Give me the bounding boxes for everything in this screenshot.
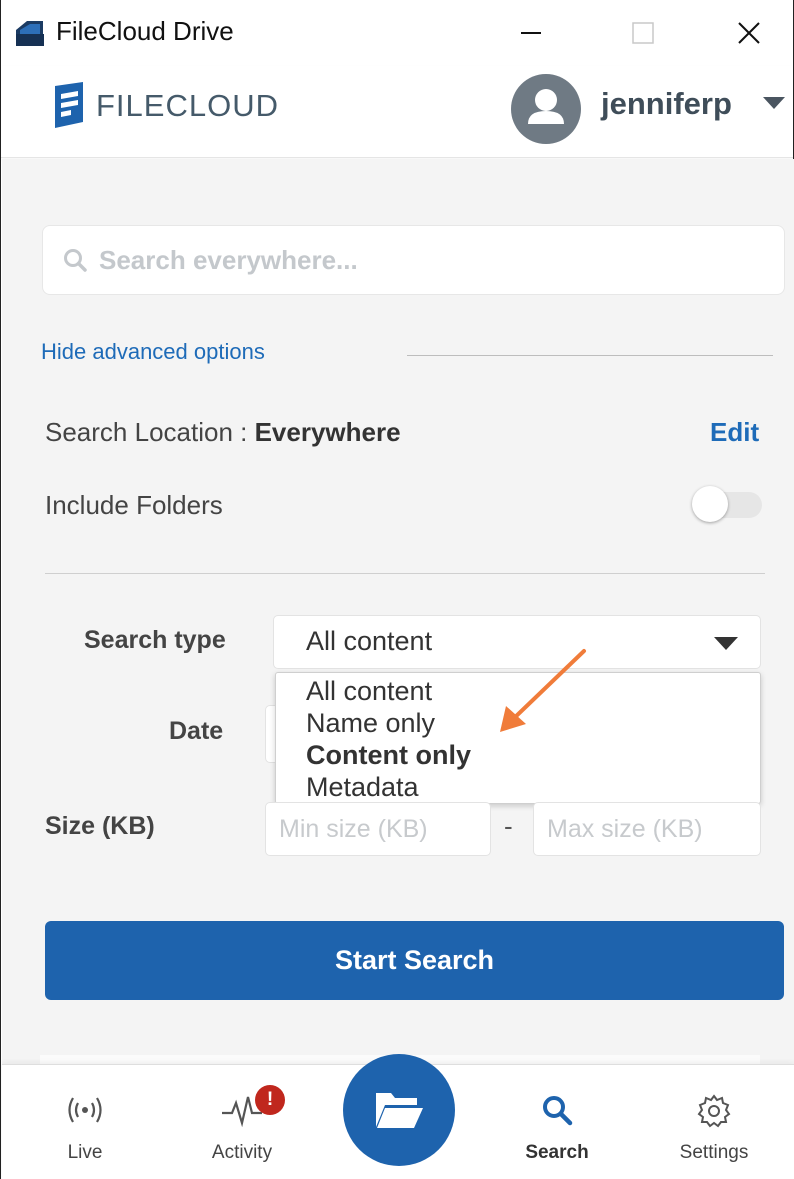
gear-icon — [659, 1093, 769, 1134]
section-divider — [45, 573, 765, 574]
nav-activity-label: Activity — [211, 1142, 273, 1163]
search-type-value: All content — [306, 626, 433, 656]
search-input[interactable] — [99, 240, 759, 280]
folder-open-icon — [376, 1093, 423, 1128]
nav-settings-label: Settings — [679, 1142, 749, 1163]
nav-activity[interactable]: ! Activity — [187, 1065, 297, 1179]
hide-advanced-options-link[interactable]: Hide advanced options — [41, 339, 265, 365]
start-search-button[interactable]: Start Search — [45, 921, 784, 1000]
chevron-down-icon — [714, 637, 738, 650]
annotation-arrow-icon — [500, 649, 586, 732]
app-icon — [16, 21, 44, 46]
include-folders-label: Include Folders — [45, 490, 223, 520]
include-folders-toggle[interactable] — [692, 486, 762, 522]
edit-location-link[interactable]: Edit — [710, 417, 759, 448]
nav-live[interactable]: Live — [30, 1065, 140, 1179]
app-header: FILECLOUD jenniferp — [1, 66, 793, 158]
avatar[interactable] — [511, 74, 581, 144]
username[interactable]: jenniferp — [601, 86, 732, 122]
option-content-only[interactable]: Content only — [306, 739, 760, 771]
search-location-label: Search Location : Everywhere — [45, 417, 401, 448]
maximize-button[interactable] — [613, 10, 673, 56]
window-title: FileCloud Drive — [56, 16, 234, 46]
max-size-box[interactable] — [533, 802, 761, 856]
search-type-label: Search type — [84, 626, 226, 654]
toggle-knob — [692, 486, 728, 522]
search-location-value: Everywhere — [254, 417, 401, 447]
search-box[interactable] — [42, 225, 785, 295]
notification-badge: ! — [255, 1085, 285, 1115]
minimize-button[interactable] — [501, 10, 561, 56]
app-window: FileCloud Drive FILECLOUD jenniferp Sear… — [0, 0, 794, 1179]
nav-settings[interactable]: Settings — [659, 1065, 769, 1179]
max-size-input[interactable] — [534, 803, 760, 855]
option-metadata[interactable]: Metadata — [306, 771, 760, 803]
title-bar: FileCloud Drive — [1, 0, 793, 66]
maximize-icon — [632, 22, 654, 44]
min-size-input[interactable] — [266, 803, 490, 855]
chevron-down-icon[interactable] — [763, 97, 785, 109]
nav-search-label: Search — [525, 1142, 589, 1163]
search-location-prefix: Search Location : — [45, 417, 255, 447]
divider — [407, 355, 773, 356]
close-button[interactable] — [719, 10, 779, 56]
filecloud-logo-icon — [55, 82, 83, 128]
min-size-box[interactable] — [265, 802, 491, 856]
search-icon — [502, 1093, 612, 1132]
size-label: Size (KB) — [45, 812, 155, 840]
close-icon — [738, 22, 760, 44]
date-label: Date — [169, 717, 224, 745]
size-separator: - — [504, 811, 513, 841]
search-icon — [64, 249, 87, 272]
user-avatar-icon — [528, 89, 564, 124]
nav-search[interactable]: Search — [502, 1065, 612, 1179]
drive-folder-button[interactable] — [343, 1054, 455, 1166]
nav-live-label: Live — [67, 1142, 103, 1163]
minimize-icon — [521, 32, 541, 34]
search-panel: Hide advanced options Search Location : … — [2, 159, 794, 1064]
logo-text: FILECLOUD — [96, 88, 279, 123]
live-signal-icon — [30, 1093, 140, 1132]
